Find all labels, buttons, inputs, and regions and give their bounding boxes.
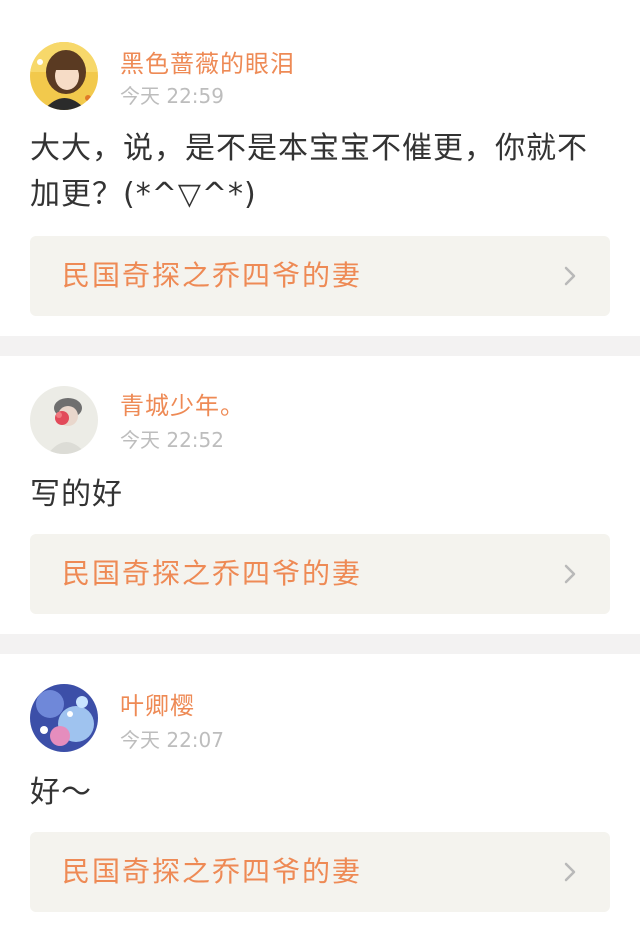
username[interactable]: 青城少年。 [120,386,245,421]
timestamp: 今天 22:59 [120,84,224,108]
username[interactable]: 叶卿樱 [120,686,195,721]
comments-page: 黑色蔷薇的眼泪 今天 22:59 大大，说，是不是本宝宝不催更，你就不加更？(*… [0,0,640,938]
avatar[interactable] [30,42,98,110]
book-title: 民国奇探之乔四爷的妻 [62,557,363,590]
avatar[interactable] [30,684,98,752]
comment-card: 黑色蔷薇的眼泪 今天 22:59 大大，说，是不是本宝宝不催更，你就不加更？(*… [0,0,640,336]
chevron-right-icon [564,862,576,882]
chevron-right-icon [564,564,576,584]
comment-card: 叶卿樱 今天 22:07 好～ 民国奇探之乔四爷的妻 [0,654,640,938]
book-title: 民国奇探之乔四爷的妻 [62,855,363,888]
book-link[interactable]: 民国奇探之乔四爷的妻 [30,832,610,912]
book-link[interactable]: 民国奇探之乔四爷的妻 [30,534,610,614]
username[interactable]: 黑色蔷薇的眼泪 [120,44,295,79]
comment-text: 好～ [30,775,92,810]
book-title: 民国奇探之乔四爷的妻 [62,259,363,292]
comment-text: 大大，说，是不是本宝宝不催更，你就不加更？(*^▽^*) [30,131,588,212]
separator [0,634,640,654]
separator [0,336,640,356]
timestamp: 今天 22:07 [120,728,224,752]
timestamp: 今天 22:52 [120,428,224,452]
avatar[interactable] [30,386,98,454]
book-link[interactable]: 民国奇探之乔四爷的妻 [30,236,610,316]
comment-text: 写的好 [30,477,123,512]
chevron-right-icon [564,266,576,286]
comment-card: 青城少年。 今天 22:52 写的好 民国奇探之乔四爷的妻 [0,356,640,634]
